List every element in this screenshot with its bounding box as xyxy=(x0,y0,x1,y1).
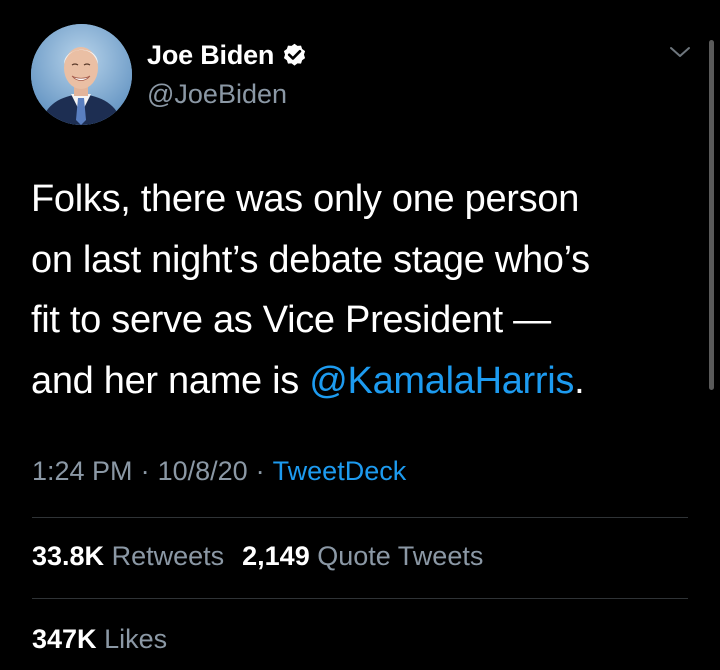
tweet-text: Folks, there was only one person on last… xyxy=(31,169,691,411)
likes-stats-row: 347K Likes xyxy=(32,624,167,655)
tweet-text-suffix: . xyxy=(574,359,585,402)
chevron-down-icon[interactable] xyxy=(669,44,691,60)
display-name[interactable]: Joe Biden xyxy=(147,40,274,71)
likes-count: 347K xyxy=(32,624,97,654)
divider xyxy=(32,517,688,518)
quote-tweets-stat[interactable]: 2,149 Quote Tweets xyxy=(242,541,483,571)
retweets-stat[interactable]: 33.8K Retweets xyxy=(32,541,224,571)
retweets-label: Retweets xyxy=(111,541,225,571)
tweet-text-line: Folks, there was only one person xyxy=(31,178,580,220)
profile-photo xyxy=(31,24,132,125)
quote-tweets-label: Quote Tweets xyxy=(317,541,484,571)
tweet-text-fragment: and her name is xyxy=(31,359,310,402)
retweets-count: 33.8K xyxy=(32,541,105,571)
meta-separator: · xyxy=(140,456,150,486)
scrollbar[interactable] xyxy=(709,40,714,390)
author-name-row[interactable]: Joe Biden xyxy=(147,38,308,72)
likes-label: Likes xyxy=(104,624,168,654)
avatar[interactable] xyxy=(31,24,132,125)
tweet-detail: Joe Biden @JoeBiden Folks, there was onl… xyxy=(0,0,720,670)
user-handle[interactable]: @JoeBiden xyxy=(147,79,287,110)
tweet-date[interactable]: 10/8/20 xyxy=(158,456,248,486)
divider xyxy=(32,598,688,599)
verified-badge-icon xyxy=(284,43,306,66)
tweet-source-link[interactable]: TweetDeck xyxy=(273,456,407,486)
engagement-stats-row: 33.8K Retweets 2,149 Quote Tweets xyxy=(32,541,483,572)
quote-tweets-count: 2,149 xyxy=(242,541,310,571)
mention-link[interactable]: @KamalaHarris xyxy=(309,360,574,402)
meta-separator: · xyxy=(255,456,265,486)
tweet-text-line: fit to serve as Vice President — xyxy=(31,299,551,341)
tweet-time[interactable]: 1:24 PM xyxy=(32,456,133,486)
likes-stat[interactable]: 347K Likes xyxy=(32,624,167,654)
tweet-meta: 1:24 PM · 10/8/20 · TweetDeck xyxy=(32,456,406,487)
tweet-text-line: on last night’s debate stage who’s xyxy=(31,238,590,281)
tweet-text-line-last: and her name is @KamalaHarris. xyxy=(31,351,691,412)
